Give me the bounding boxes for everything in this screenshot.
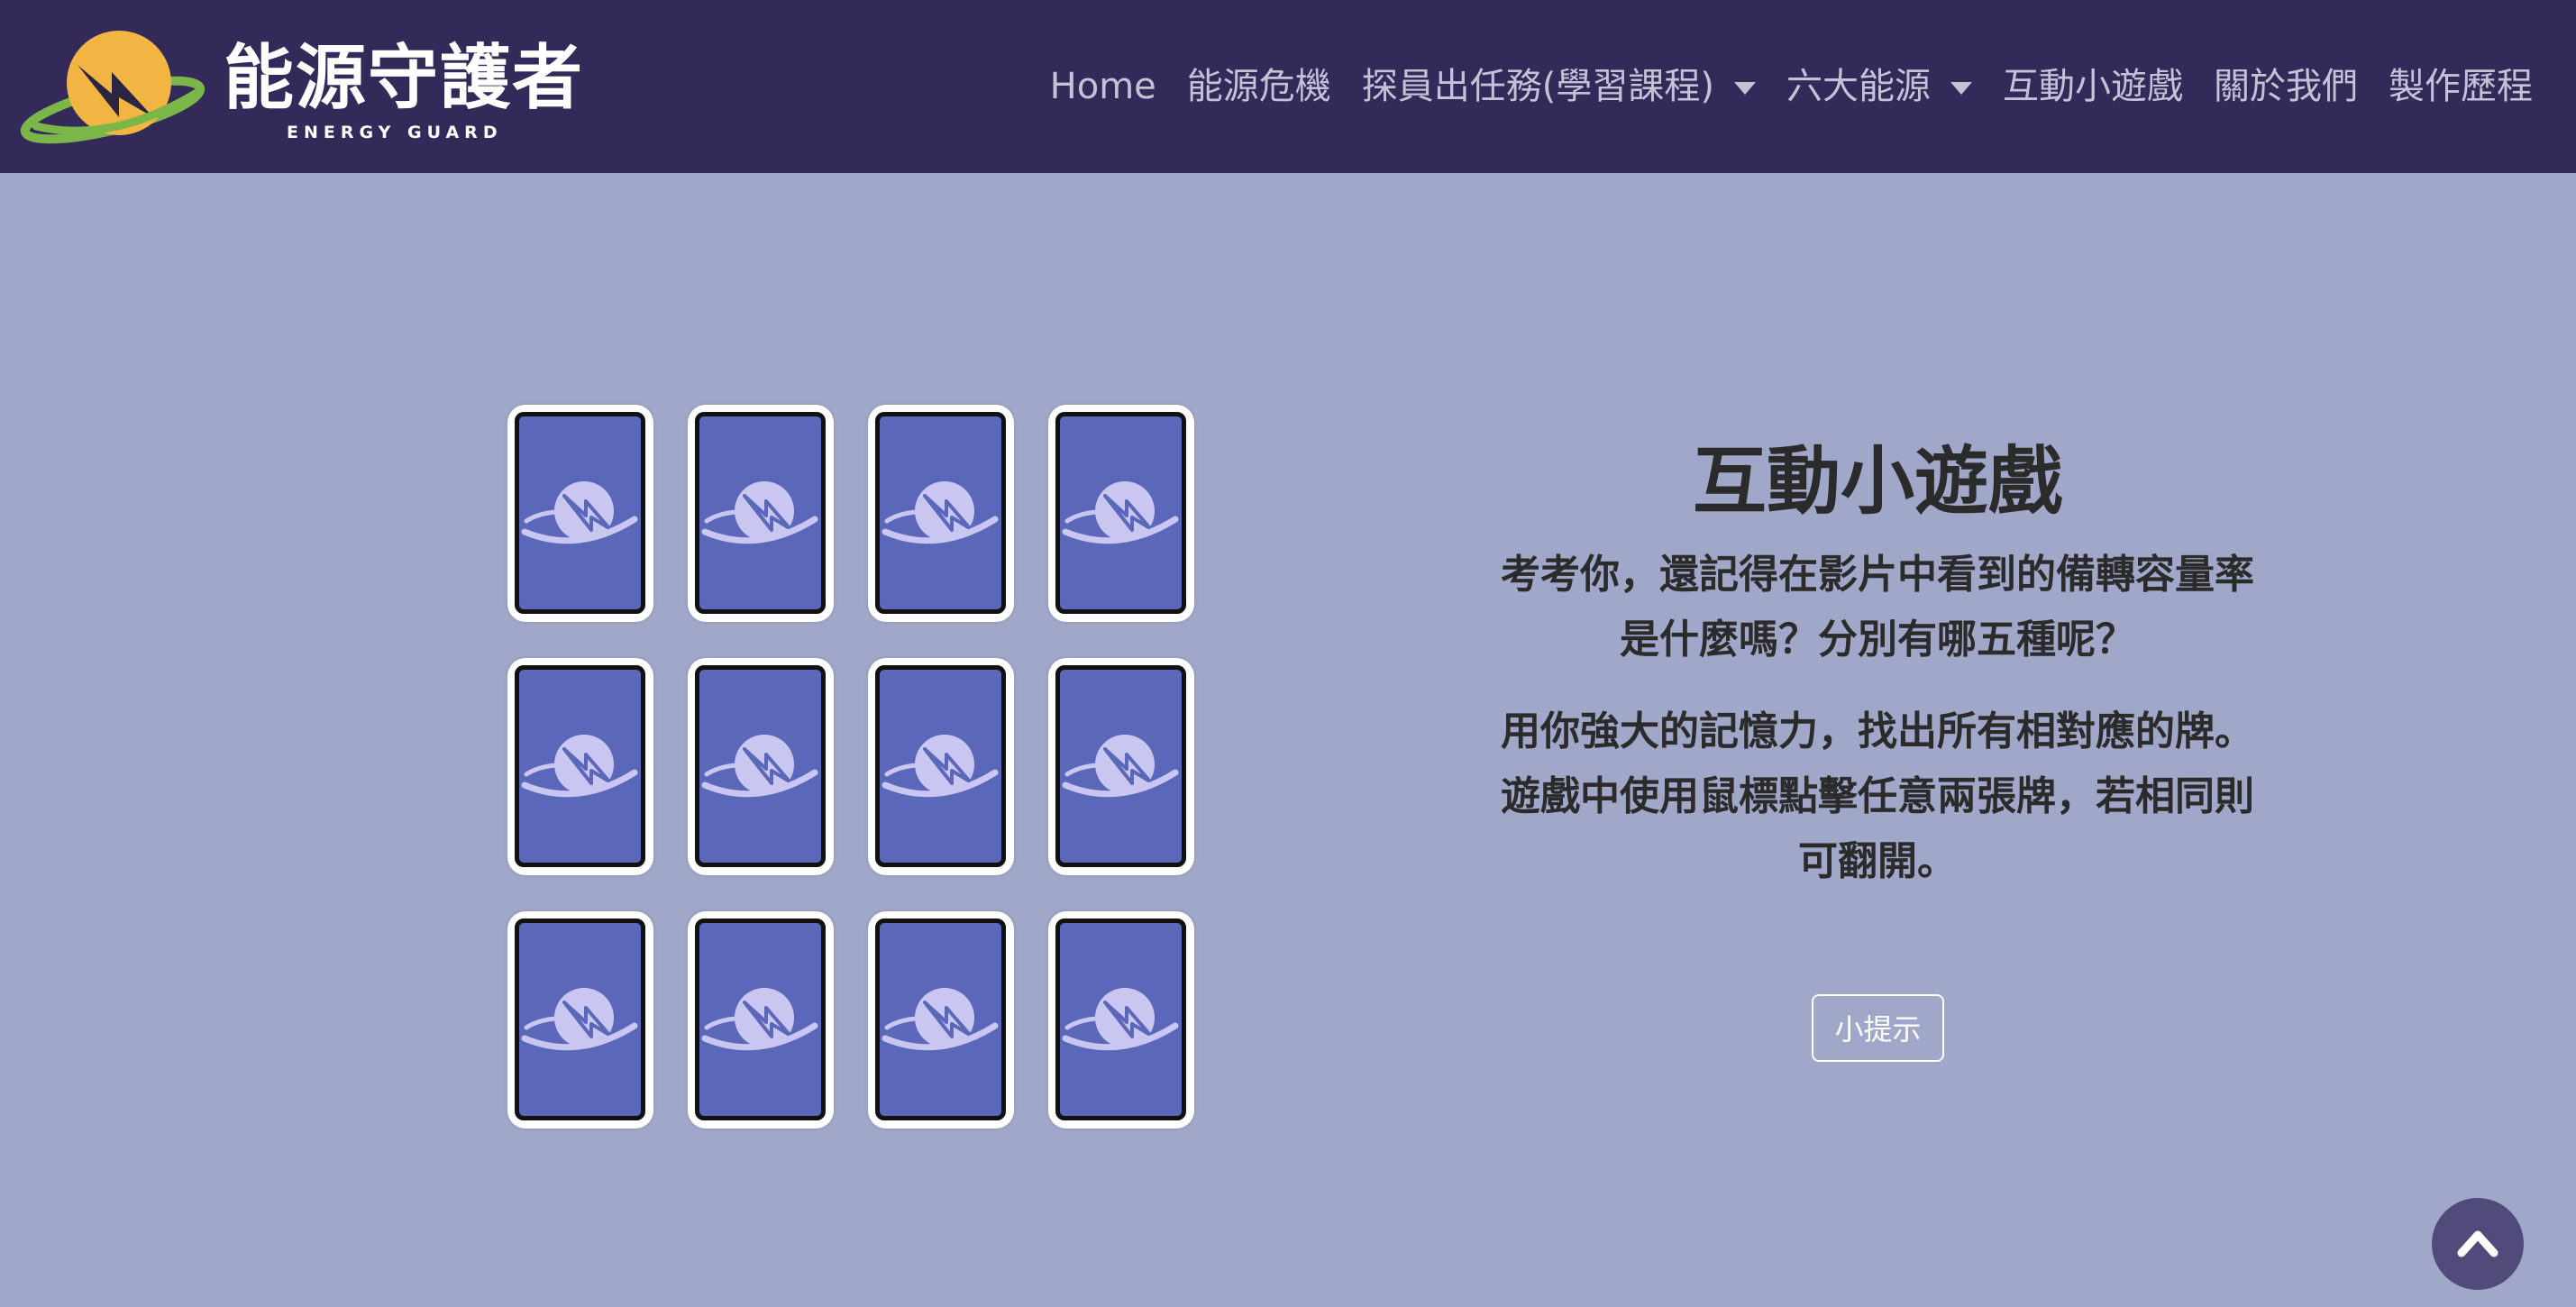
nav-energy-crisis[interactable]: 能源危機: [1187, 59, 1331, 114]
memory-card[interactable]: [1048, 911, 1194, 1129]
lightning-logo-icon: [882, 988, 999, 1051]
memory-card[interactable]: [1048, 658, 1194, 875]
memory-card[interactable]: [507, 911, 653, 1129]
lightning-logo-icon: [882, 735, 999, 798]
memory-card[interactable]: [507, 658, 653, 875]
lightning-logo-icon: [882, 481, 999, 544]
nav-label: 探員出任務(學習課程): [1361, 66, 1714, 107]
brand-title: 能源守護者: [224, 38, 585, 119]
memory-card[interactable]: [868, 658, 1014, 875]
back-to-top-button[interactable]: [2432, 1198, 2524, 1290]
nav-six-energies[interactable]: 六大能源: [1786, 59, 1972, 114]
game-intro: 互動小遊戲 考考你，還記得在影片中看到的備轉容量率是什麼嗎？分別有哪五種呢？ 用…: [1469, 433, 2286, 894]
card-back: [1055, 412, 1186, 614]
nav-about-us[interactable]: 關於我們: [2214, 59, 2358, 114]
nav-label: 能源危機: [1186, 66, 1331, 107]
memory-card[interactable]: [868, 405, 1014, 622]
card-back: [1055, 665, 1186, 867]
brand-logo[interactable]: 能源守護者 ENERGY GUARD: [18, 27, 582, 149]
lightning-logo-icon: [1062, 735, 1179, 798]
nav-label: 關於我們: [2214, 66, 2358, 107]
nav-agent-missions[interactable]: 探員出任務(學習課程): [1362, 59, 1756, 114]
navbar: 能源守護者 ENERGY GUARD Home 能源危機 探員出任務(學習課程)…: [0, 0, 2576, 173]
card-back: [695, 665, 826, 867]
card-back: [695, 919, 826, 1120]
lightning-sun-logo-icon: [20, 31, 206, 144]
caret-down-icon: [1950, 82, 1972, 95]
caret-down-icon: [1734, 82, 1756, 95]
lightning-logo-icon: [701, 735, 818, 798]
card-back: [515, 665, 645, 867]
nav-label: 六大能源: [1786, 66, 1931, 107]
brand-subtitle: ENERGY GUARD: [287, 123, 503, 142]
game-title: 互動小遊戲: [1692, 439, 2062, 525]
nav-home[interactable]: Home: [1050, 59, 1156, 114]
nav-label: 互動小遊戲: [2003, 66, 2183, 107]
hint-button[interactable]: 小提示: [1812, 994, 1944, 1062]
card-back: [875, 665, 1006, 867]
nav-label: Home: [1049, 66, 1156, 107]
lightning-logo-icon: [701, 988, 818, 1051]
intro-instructions: 用你強大的記憶力，找出所有相對應的牌。遊戲中使用鼠標點擊任意兩張牌，若相同則可翻…: [1501, 708, 2254, 884]
nav-mini-game[interactable]: 互動小遊戲: [2003, 59, 2183, 114]
memory-card[interactable]: [688, 405, 834, 622]
memory-card[interactable]: [1048, 405, 1194, 622]
intro-question: 考考你，還記得在影片中看到的備轉容量率是什麼嗎？分別有哪五種呢？: [1501, 552, 2254, 663]
memory-card[interactable]: [688, 658, 834, 875]
lightning-logo-icon: [521, 735, 638, 798]
memory-card[interactable]: [688, 911, 834, 1129]
memory-card-grid: [507, 405, 1194, 1129]
card-back: [875, 919, 1006, 1120]
card-back: [1055, 919, 1186, 1120]
lightning-logo-icon: [1062, 988, 1179, 1051]
card-back: [875, 412, 1006, 614]
nav-label: 製作歷程: [2389, 66, 2533, 107]
main-nav: Home 能源危機 探員出任務(學習課程) 六大能源 互動小遊戲 關於我們 製作…: [1050, 59, 2533, 114]
lightning-logo-icon: [521, 988, 638, 1051]
card-back: [515, 412, 645, 614]
memory-card[interactable]: [868, 911, 1014, 1129]
card-back: [695, 412, 826, 614]
lightning-logo-icon: [521, 481, 638, 544]
memory-card[interactable]: [507, 405, 653, 622]
chevron-up-icon: [2457, 1230, 2498, 1257]
card-back: [515, 919, 645, 1120]
lightning-logo-icon: [701, 481, 818, 544]
nav-production-history[interactable]: 製作歷程: [2389, 59, 2533, 114]
lightning-logo-icon: [1062, 481, 1179, 544]
